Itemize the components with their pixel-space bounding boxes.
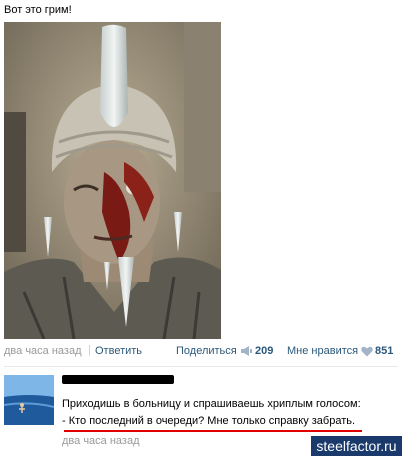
red-underline [64, 430, 362, 432]
share-count: 209 [255, 345, 274, 357]
post-timestamp[interactable]: два часа назад [4, 345, 81, 357]
divider [4, 366, 398, 367]
name-redaction [62, 375, 174, 384]
post-photo[interactable] [4, 22, 221, 339]
avatar[interactable] [4, 375, 54, 425]
like-count: 851 [375, 345, 394, 357]
reply-link[interactable]: Ответить [95, 345, 142, 357]
heart-icon[interactable] [361, 346, 373, 357]
comment-text-line1: Приходишь в больницу и спрашиваешь хрипл… [62, 398, 361, 410]
share-link[interactable]: Поделиться [176, 345, 237, 357]
megaphone-icon[interactable] [240, 346, 252, 356]
comment-text-line2: - Кто последний в очереди? Мне только сп… [62, 415, 356, 427]
post-text: Вот это грим! [4, 4, 72, 16]
comment-timestamp[interactable]: два часа назад [62, 435, 139, 447]
like-link[interactable]: Мне нравится [287, 345, 358, 357]
post-meta: два часа назад | Ответить Поделиться 209… [4, 344, 398, 359]
meta-separator: | [88, 344, 91, 356]
watermark: steelfactor.ru [311, 436, 402, 456]
